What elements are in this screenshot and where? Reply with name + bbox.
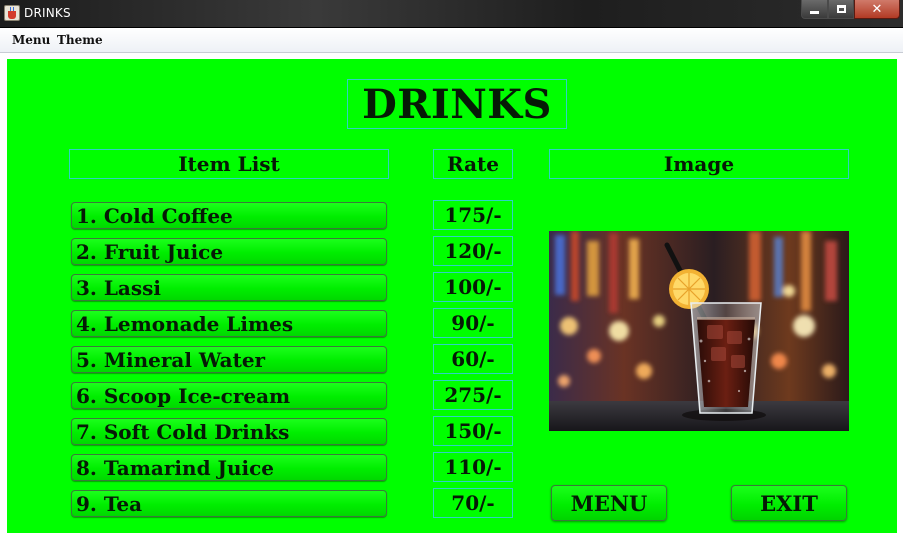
rate-cell: 150/- (433, 416, 513, 446)
maximize-button[interactable] (828, 0, 854, 19)
minimize-button[interactable] (801, 0, 828, 19)
drink-item-lassi[interactable]: 3. Lassi (71, 274, 387, 301)
drink-item-fruit-juice[interactable]: 2. Fruit Juice (71, 238, 387, 265)
rate-cell: 110/- (433, 452, 513, 482)
rate-cell: 100/- (433, 272, 513, 302)
window-title: DRINKS (24, 6, 71, 20)
rate-cell: 275/- (433, 380, 513, 410)
drink-item-scoop-ice-cream[interactable]: 6. Scoop Ice-cream (71, 382, 387, 409)
rate-cell: 90/- (433, 308, 513, 338)
drink-item-mineral-water[interactable]: 5. Mineral Water (71, 346, 387, 373)
rate-list: 175/- 120/- 100/- 90/- 60/- 275/- 150/- … (433, 200, 513, 524)
image-header: Image (549, 149, 849, 179)
close-button[interactable]: ✕ (854, 0, 900, 19)
rate-cell: 175/- (433, 200, 513, 230)
item-list: 1. Cold Coffee 2. Fruit Juice 3. Lassi 4… (71, 202, 387, 526)
rate-header: Rate (433, 149, 513, 179)
menu-bar: Menu Theme (0, 28, 903, 53)
drink-item-tea[interactable]: 9. Tea (71, 490, 387, 517)
page-title: DRINKS (347, 79, 567, 129)
rate-cell: 70/- (433, 488, 513, 518)
menu-button[interactable]: MENU (551, 485, 667, 521)
rate-cell: 60/- (433, 344, 513, 374)
minimize-icon (810, 10, 819, 14)
menu-item-menu[interactable]: Menu (12, 33, 50, 47)
exit-button[interactable]: EXIT (731, 485, 847, 521)
drink-item-tamarind-juice[interactable]: 8. Tamarind Juice (71, 454, 387, 481)
item-list-header: Item List (69, 149, 389, 179)
rate-cell: 120/- (433, 236, 513, 266)
maximize-icon (836, 5, 846, 13)
cola-glass-illustration (549, 231, 849, 431)
java-cup-icon (4, 5, 20, 21)
window-titlebar: DRINKS ✕ (0, 0, 903, 28)
drink-item-soft-cold-drinks[interactable]: 7. Soft Cold Drinks (71, 418, 387, 445)
close-icon: ✕ (871, 1, 883, 17)
menu-item-theme[interactable]: Theme (57, 33, 103, 47)
window-controls: ✕ (801, 0, 900, 20)
drink-image (549, 231, 849, 431)
drinks-panel: DRINKS Item List Rate Image 1. Cold Coff… (7, 59, 897, 533)
drink-item-lemonade-limes[interactable]: 4. Lemonade Limes (71, 310, 387, 337)
drink-item-cold-coffee[interactable]: 1. Cold Coffee (71, 202, 387, 229)
